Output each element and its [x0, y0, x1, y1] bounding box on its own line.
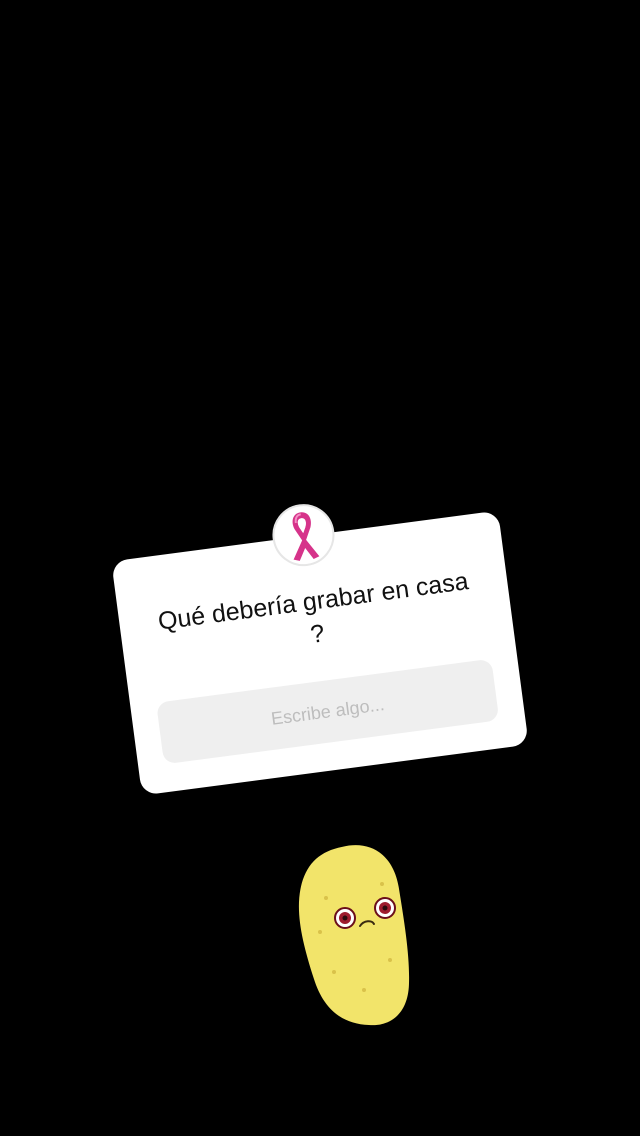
potato-character-icon [290, 840, 420, 1040]
question-text: Qué debería grabar en casa ? [156, 567, 471, 649]
pink-ribbon-icon [278, 506, 329, 565]
potato-sticker[interactable] [290, 840, 420, 1040]
story-canvas: Qué debería grabar en casa ? Escribe alg… [0, 0, 640, 1136]
question-sticker[interactable]: Qué debería grabar en casa ? Escribe alg… [111, 500, 529, 796]
answer-placeholder: Escribe algo... [269, 693, 386, 729]
answer-input[interactable]: Escribe algo... [156, 658, 500, 765]
